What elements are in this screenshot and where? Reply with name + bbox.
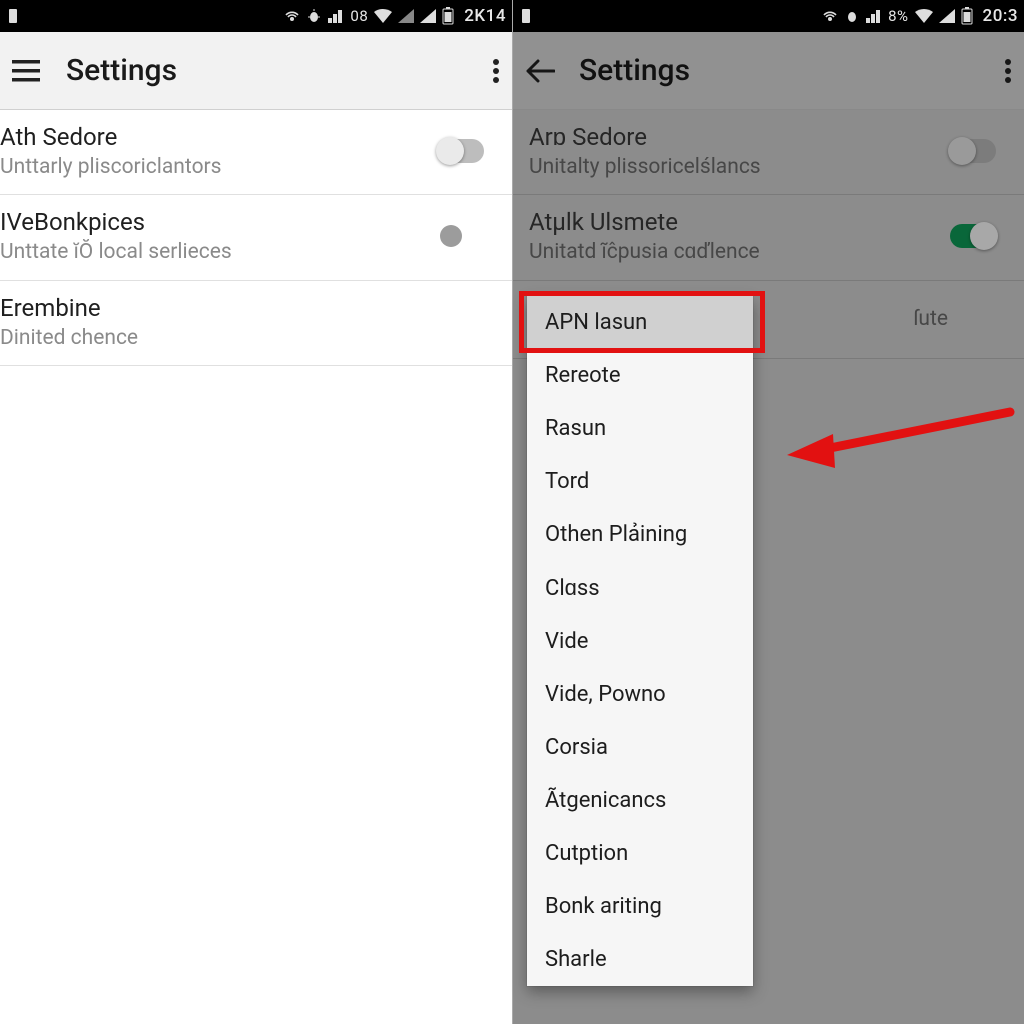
row-subtitle: Unttate ĭŎ local serlieces [0, 239, 426, 265]
battery-icon [961, 7, 973, 25]
popup-item[interactable]: Vide [527, 615, 753, 668]
bug-icon [844, 8, 860, 24]
phone-left: 08 2K14 Settings [0, 0, 512, 1024]
app-bar: Settings [513, 32, 1024, 110]
row-subtitle: Unitalty plissoricelślancs [529, 154, 938, 180]
popup-item[interactable]: Ãtgenicancs [527, 774, 753, 827]
signal-pct: 08 [350, 7, 368, 25]
popup-item[interactable]: Bonk ariting [527, 880, 753, 933]
page-title: Settings [66, 53, 452, 88]
overflow-menu-button[interactable] [964, 47, 1012, 95]
toggle-switch[interactable] [950, 224, 996, 248]
signal-pct: 8% [888, 7, 908, 25]
row-subtitle: Dinited chence [0, 325, 426, 351]
row-subtitle: Unttarly pliscoriclantors [0, 154, 426, 180]
notification-icon [6, 8, 20, 24]
popup-item[interactable]: Vide, Powno [527, 668, 753, 721]
popup-item[interactable]: Corsia [527, 721, 753, 774]
phone-right: 8% 20:3 Settings [512, 0, 1024, 1024]
toggle-switch[interactable] [950, 139, 996, 163]
row-title: Ath Sedore [0, 122, 426, 152]
settings-row[interactable]: Atµlk Ulsmete Unitatd ĩĉpusia cɑďlence [513, 195, 1024, 280]
wifi-icon [915, 9, 933, 23]
popup-item[interactable]: Clɑss [527, 561, 753, 615]
popup-item[interactable]: Tord [527, 455, 753, 508]
settings-row[interactable]: Ath Sedore Unttarly pliscoriclantors [0, 110, 512, 195]
row-title: IVeBonkpices [0, 207, 426, 237]
hotspot-icon [822, 8, 838, 24]
overflow-menu-button[interactable] [452, 47, 500, 95]
clock: 20:3 [983, 6, 1018, 26]
popup-item[interactable]: Sharle [527, 933, 753, 986]
status-bar: 08 2K14 [0, 0, 512, 32]
row-title: Atµlk Ulsmete [529, 207, 938, 237]
popup-menu: APN lasun Rereote Rasun Tord Othen Plảin… [527, 296, 753, 986]
popup-item[interactable]: Rereote [527, 349, 753, 402]
popup-item[interactable]: APN lasun [527, 296, 753, 349]
row-title: Arɒ Sedore [529, 122, 938, 152]
popup-item[interactable]: Rasun [527, 402, 753, 455]
app-bar: Settings [0, 32, 512, 110]
settings-row[interactable]: IVeBonkpices Unttate ĭŎ local serlieces [0, 195, 512, 280]
radio-indicator[interactable] [440, 225, 462, 247]
back-icon[interactable] [525, 47, 573, 95]
hamburger-icon[interactable] [12, 47, 60, 95]
wifi-icon [374, 9, 392, 23]
row-subtitle: Unitatd ĩĉpusia cɑďlence [529, 239, 938, 265]
toggle-switch[interactable] [438, 139, 484, 163]
cell-signal-2-icon [398, 9, 414, 23]
popup-item[interactable]: Othen Plảining [527, 508, 753, 561]
cell-signal-icon [328, 9, 344, 23]
settings-row[interactable]: Erembine Dinited chence [0, 281, 512, 366]
settings-row[interactable]: Arɒ Sedore Unitalty plissoricelślancs [513, 110, 1024, 195]
cell-signal-3-icon [420, 9, 436, 23]
cell-signal-2-icon [939, 9, 955, 23]
battery-icon [442, 7, 454, 25]
page-title: Settings [579, 53, 964, 88]
bug-icon [306, 8, 322, 24]
cell-signal-icon [866, 9, 882, 23]
status-bar: 8% 20:3 [513, 0, 1024, 32]
popup-item[interactable]: Cutption [527, 827, 753, 880]
clock: 2K14 [464, 6, 506, 26]
notification-icon [519, 8, 533, 24]
settings-list: Ath Sedore Unttarly pliscoriclantors IVe… [0, 110, 512, 1024]
hotspot-icon [284, 8, 300, 24]
row-title: Erembine [0, 293, 426, 323]
